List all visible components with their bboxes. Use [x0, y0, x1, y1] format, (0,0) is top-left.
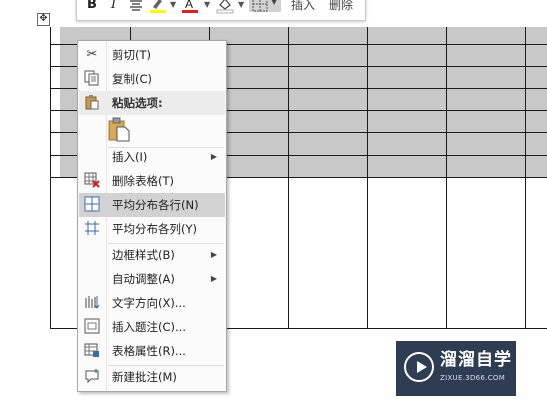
highlight-color-icon[interactable] — [149, 0, 167, 14]
new-comment-icon — [83, 368, 101, 386]
table-col-line — [525, 27, 526, 329]
menu-item-paste-options: 粘贴选项: — [79, 91, 225, 115]
borders-button[interactable]: ▼ — [249, 0, 281, 12]
text-direction-icon — [83, 294, 101, 312]
table-col-line — [446, 27, 447, 329]
menu-item-label: 新建批注(M) — [112, 370, 177, 384]
menu-item-insert[interactable]: 插入(I) ▶ — [79, 145, 225, 169]
table-col-line — [367, 27, 368, 329]
distribute-rows-icon — [83, 196, 101, 214]
delete-button[interactable]: 删除 — [329, 0, 353, 14]
borders-dropdown-icon[interactable]: ▼ — [271, 0, 277, 6]
submenu-arrow-icon: ▶ — [210, 250, 217, 259]
table-col-line — [130, 27, 131, 40]
menu-item-table-properties[interactable]: 表格属性(R)... — [79, 339, 225, 363]
align-center-icon[interactable] — [129, 0, 143, 14]
menu-item-label: 删除表格(T) — [112, 174, 174, 188]
watermark-title: 溜溜自学 — [440, 350, 512, 370]
mini-toolbar: B I ▼ A ▼ ▼ ▼ 插入 删除 — [76, 0, 366, 21]
menu-item-label: 边框样式(B) — [112, 248, 175, 262]
menu-item-label: 插入题注(C)... — [112, 320, 186, 334]
watermark-logo: 溜溜自学 ZIXUE.3D66.COM — [396, 341, 516, 396]
bold-button[interactable]: B — [87, 0, 97, 14]
menu-item-border-styles[interactable]: 边框样式(B) ▶ — [79, 243, 225, 267]
menu-item-label: 粘贴选项: — [112, 96, 163, 110]
table-col-line — [288, 27, 289, 329]
watermark-subtitle: ZIXUE.3D66.COM — [440, 374, 506, 382]
copy-icon — [83, 70, 101, 88]
italic-button[interactable]: I — [111, 0, 116, 14]
menu-item-distribute-columns[interactable]: 平均分布各列(Y) — [79, 217, 225, 241]
paste-icon — [83, 94, 101, 112]
submenu-arrow-icon: ▶ — [210, 274, 217, 283]
distribute-columns-icon — [83, 220, 101, 238]
shading-color-icon[interactable] — [216, 0, 234, 14]
menu-item-distribute-rows[interactable]: 平均分布各行(N) — [79, 193, 225, 217]
menu-item-label: 自动调整(A) — [112, 272, 175, 286]
table-border-left — [50, 27, 51, 329]
menu-item-new-comment[interactable]: 新建批注(M) — [79, 365, 225, 389]
play-icon — [404, 352, 434, 382]
menu-item-label: 文字方向(X)... — [112, 296, 186, 310]
menu-item-label: 平均分布各列(Y) — [112, 222, 197, 236]
paste-keep-format-icon[interactable] — [106, 117, 132, 143]
menu-item-label: 复制(C) — [112, 72, 153, 86]
table-move-handle-icon[interactable]: ✥ — [37, 13, 50, 26]
insert-caption-icon — [83, 318, 101, 336]
insert-button[interactable]: 插入 — [291, 0, 315, 14]
font-color-dropdown-icon[interactable]: ▼ — [204, 0, 210, 14]
scissors-icon: ✂ — [86, 47, 98, 62]
table-col-line — [209, 27, 210, 40]
menu-item-label: 表格属性(R)... — [112, 344, 186, 358]
menu-item-autofit[interactable]: 自动调整(A) ▶ — [79, 267, 225, 291]
menu-item-copy[interactable]: 复制(C) — [79, 67, 225, 91]
menu-item-text-direction[interactable]: 文字方向(X)... — [79, 291, 225, 315]
submenu-arrow-icon: ▶ — [210, 152, 217, 161]
highlight-dropdown-icon[interactable]: ▼ — [170, 0, 176, 14]
shading-dropdown-icon[interactable]: ▼ — [238, 0, 244, 14]
menu-item-cut[interactable]: ✂ 剪切(T) — [79, 43, 225, 67]
menu-item-label: 平均分布各行(N) — [112, 198, 199, 212]
svg-text:A: A — [185, 0, 193, 11]
context-menu: ✂ 剪切(T) 复制(C) 粘贴选项: 插入(I) ▶ 删除表格(T) 平均分布… — [77, 40, 227, 392]
menu-item-label: 插入(I) — [112, 150, 148, 164]
table-properties-icon — [83, 342, 101, 360]
font-color-icon[interactable]: A — [181, 0, 199, 14]
menu-item-insert-caption[interactable]: 插入题注(C)... — [79, 315, 225, 339]
delete-table-icon — [83, 172, 101, 190]
menu-item-delete-table[interactable]: 删除表格(T) — [79, 169, 225, 193]
menu-item-label: 剪切(T) — [112, 48, 151, 62]
